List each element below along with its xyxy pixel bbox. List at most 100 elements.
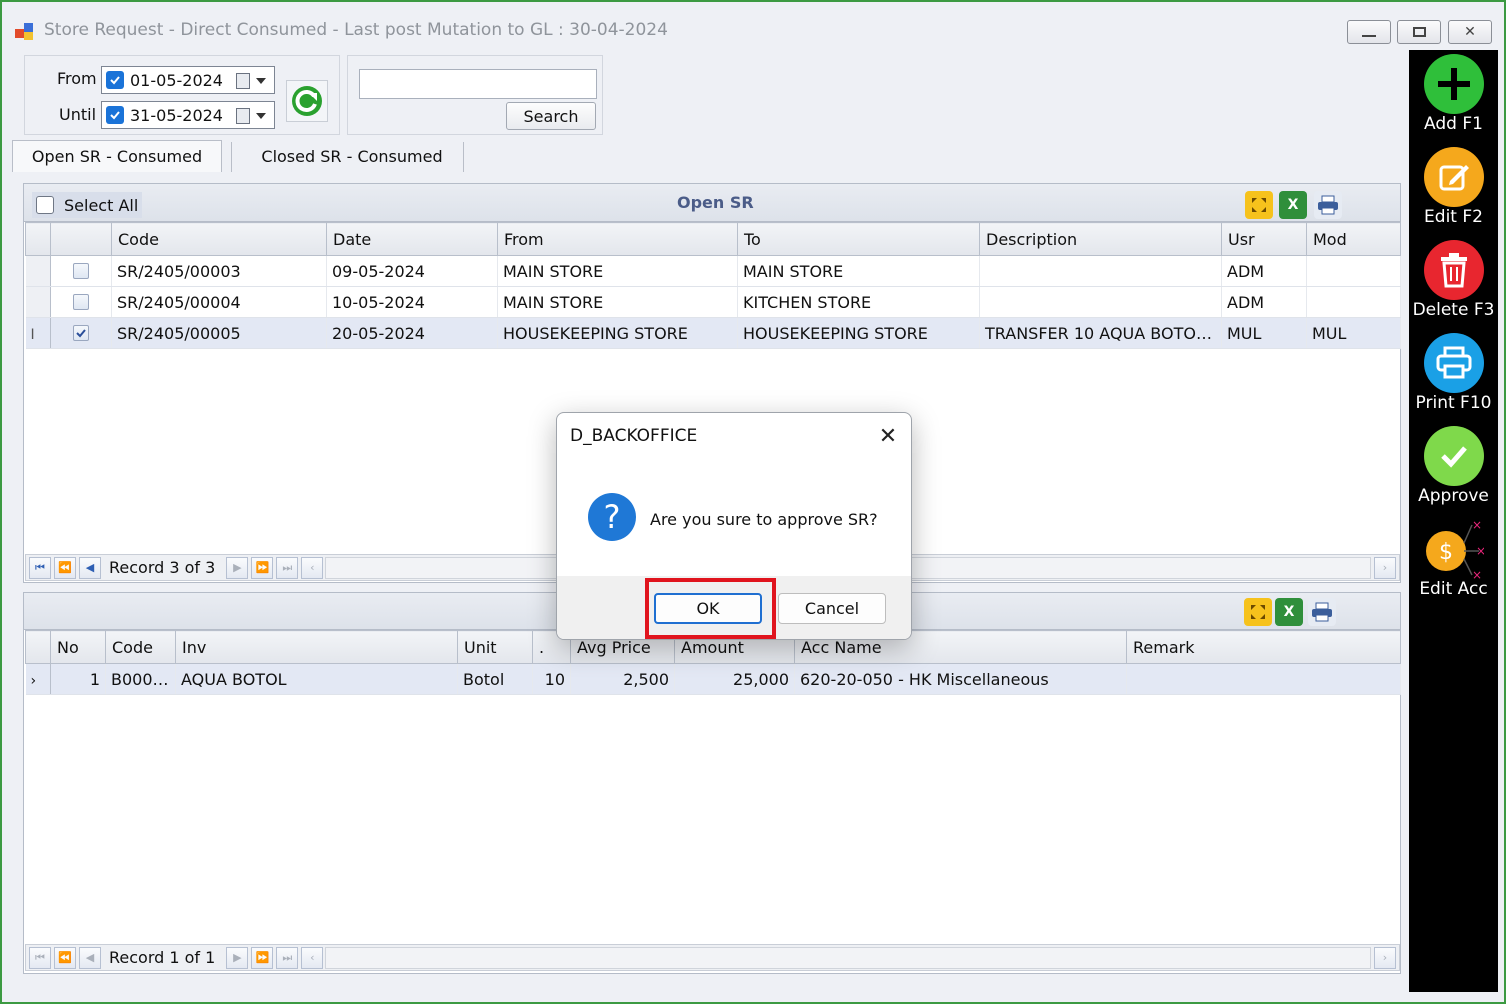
next-record-button[interactable]: ▶ <box>226 946 249 969</box>
excel-export-icon[interactable]: X <box>1279 191 1307 219</box>
printer-icon[interactable] <box>1314 191 1342 219</box>
printer-icon[interactable] <box>1308 598 1336 626</box>
row-checkbox[interactable] <box>73 294 89 310</box>
row-checkbox-cell[interactable] <box>50 255 112 287</box>
cell-from: MAIN STORE <box>497 255 738 287</box>
cancel-button[interactable]: Cancel <box>778 593 886 624</box>
last-record-button[interactable]: ⏭ <box>276 556 299 579</box>
maximize-button[interactable] <box>1397 20 1441 44</box>
column-header-indicator <box>25 630 51 664</box>
until-label: Until <box>59 105 97 124</box>
cell-qty: 10 <box>532 663 571 695</box>
scroll-left-button[interactable]: ‹ <box>301 556 324 579</box>
chevron-down-icon[interactable] <box>256 113 266 119</box>
column-header-code[interactable]: Code <box>105 630 176 664</box>
row-indicator: › <box>25 663 51 695</box>
expand-icon[interactable] <box>1244 598 1272 626</box>
excel-export-icon[interactable]: X <box>1275 598 1303 626</box>
column-header-mod[interactable]: Mod <box>1306 222 1401 256</box>
column-header-description[interactable]: Description <box>979 222 1222 256</box>
calendar-icon[interactable] <box>236 108 250 124</box>
add-button[interactable]: Add F1 <box>1409 54 1498 134</box>
edit-label: Edit F2 <box>1424 207 1483 227</box>
select-all-toggle[interactable]: Select All <box>32 192 142 218</box>
minimize-button[interactable] <box>1347 20 1391 44</box>
check-icon <box>76 329 86 338</box>
select-all-checkbox[interactable] <box>36 196 54 214</box>
from-date-picker[interactable]: 01-05-2024 <box>101 66 275 94</box>
next-page-button[interactable]: ⏩ <box>251 556 274 579</box>
from-label: From <box>57 69 97 88</box>
row-checkbox[interactable] <box>73 263 89 279</box>
scroll-right-button[interactable]: › <box>1374 946 1396 969</box>
column-header-usr[interactable]: Usr <box>1221 222 1307 256</box>
expand-icon[interactable] <box>1245 191 1273 219</box>
next-page-button[interactable]: ⏩ <box>251 946 274 969</box>
scroll-right-button[interactable]: › <box>1374 556 1396 579</box>
print-button[interactable]: Print F10 <box>1409 333 1498 413</box>
first-record-button[interactable]: ⏮ <box>29 556 51 579</box>
dialog-close-button[interactable]: ✕ <box>875 423 901 449</box>
prev-page-button[interactable]: ⏪ <box>54 946 76 969</box>
column-header-remark[interactable]: Remark <box>1126 630 1401 664</box>
window-title: Store Request - Direct Consumed - Last p… <box>44 20 668 40</box>
until-date-checkbox[interactable] <box>106 106 124 124</box>
prev-record-button[interactable]: ◀ <box>79 556 101 579</box>
edit-button[interactable]: Edit F2 <box>1409 147 1498 227</box>
row-pointer-icon: › <box>30 672 37 689</box>
prev-record-button[interactable]: ◀ <box>79 946 101 969</box>
from-date-value: 01-05-2024 <box>130 70 223 90</box>
row-checkbox-checked[interactable] <box>73 325 89 341</box>
app-window: Store Request - Direct Consumed - Last p… <box>0 0 1506 1004</box>
column-header-to[interactable]: To <box>737 222 980 256</box>
from-date-checkbox[interactable] <box>106 71 124 89</box>
open-sr-table: Code Date From To Description Usr Mod SR… <box>25 222 1401 349</box>
table-row-selected[interactable]: I SR/2405/00005 20-05-2024 HOUSEKEEPING … <box>25 317 1401 349</box>
tab-divider <box>463 142 464 172</box>
column-header-check <box>50 222 112 256</box>
delete-button[interactable]: Delete F3 <box>1409 240 1498 320</box>
column-header-code[interactable]: Code <box>111 222 327 256</box>
title-bar: Store Request - Direct Consumed - Last p… <box>2 2 1504 50</box>
svg-text:$: $ <box>1439 540 1453 565</box>
search-button[interactable]: Search <box>506 102 596 130</box>
horizontal-scrollbar[interactable] <box>325 946 1371 969</box>
open-sr-title: Open SR <box>677 193 754 212</box>
table-row[interactable]: › 1 B00029 AQUA BOTOL Botol 10 2,500 25,… <box>25 663 1401 695</box>
chevron-down-icon[interactable] <box>256 78 266 84</box>
scroll-left-button[interactable]: ‹ <box>301 946 324 969</box>
refresh-button[interactable] <box>286 80 328 122</box>
refresh-icon <box>292 86 322 116</box>
prev-page-button[interactable]: ⏪ <box>54 556 76 579</box>
column-header-no[interactable]: No <box>50 630 106 664</box>
last-record-button[interactable]: ⏭ <box>276 946 299 969</box>
until-date-value: 31-05-2024 <box>130 105 223 125</box>
search-input[interactable] <box>359 69 597 99</box>
cell-code: SR/2405/00004 <box>111 286 327 318</box>
calendar-icon[interactable] <box>236 73 250 89</box>
approve-label: Approve <box>1418 486 1489 506</box>
row-checkbox-cell[interactable] <box>50 286 112 318</box>
cell-description <box>979 255 1222 287</box>
table-row[interactable]: SR/2405/00004 10-05-2024 MAIN STORE KITC… <box>25 286 1401 318</box>
add-label: Add F1 <box>1424 114 1483 134</box>
first-record-button[interactable]: ⏮ <box>29 946 51 969</box>
action-sidebar: Add F1 Edit F2 Delete F3 Print F10 Appro… <box>1409 50 1498 992</box>
row-checkbox-cell[interactable] <box>50 317 112 349</box>
table-row[interactable]: SR/2405/00003 09-05-2024 MAIN STORE MAIN… <box>25 255 1401 287</box>
tab-closed-sr-consumed[interactable]: Closed SR - Consumed <box>242 140 462 172</box>
column-header-unit[interactable]: Unit <box>457 630 533 664</box>
next-record-button[interactable]: ▶ <box>226 556 249 579</box>
column-header-inv[interactable]: Inv <box>175 630 458 664</box>
approve-button[interactable]: Approve <box>1409 426 1498 506</box>
question-icon: ? <box>588 493 636 541</box>
until-date-picker[interactable]: 31-05-2024 <box>101 101 275 129</box>
cell-remark <box>1126 663 1401 695</box>
edit-acc-button[interactable]: $ × × × Edit Acc <box>1409 518 1498 599</box>
column-header-from[interactable]: From <box>497 222 738 256</box>
tab-open-sr-consumed[interactable]: Open SR - Consumed <box>12 140 222 172</box>
edit-icon <box>1423 147 1484 207</box>
print-label: Print F10 <box>1415 393 1492 413</box>
column-header-date[interactable]: Date <box>326 222 498 256</box>
close-window-button[interactable]: ✕ <box>1448 20 1492 44</box>
